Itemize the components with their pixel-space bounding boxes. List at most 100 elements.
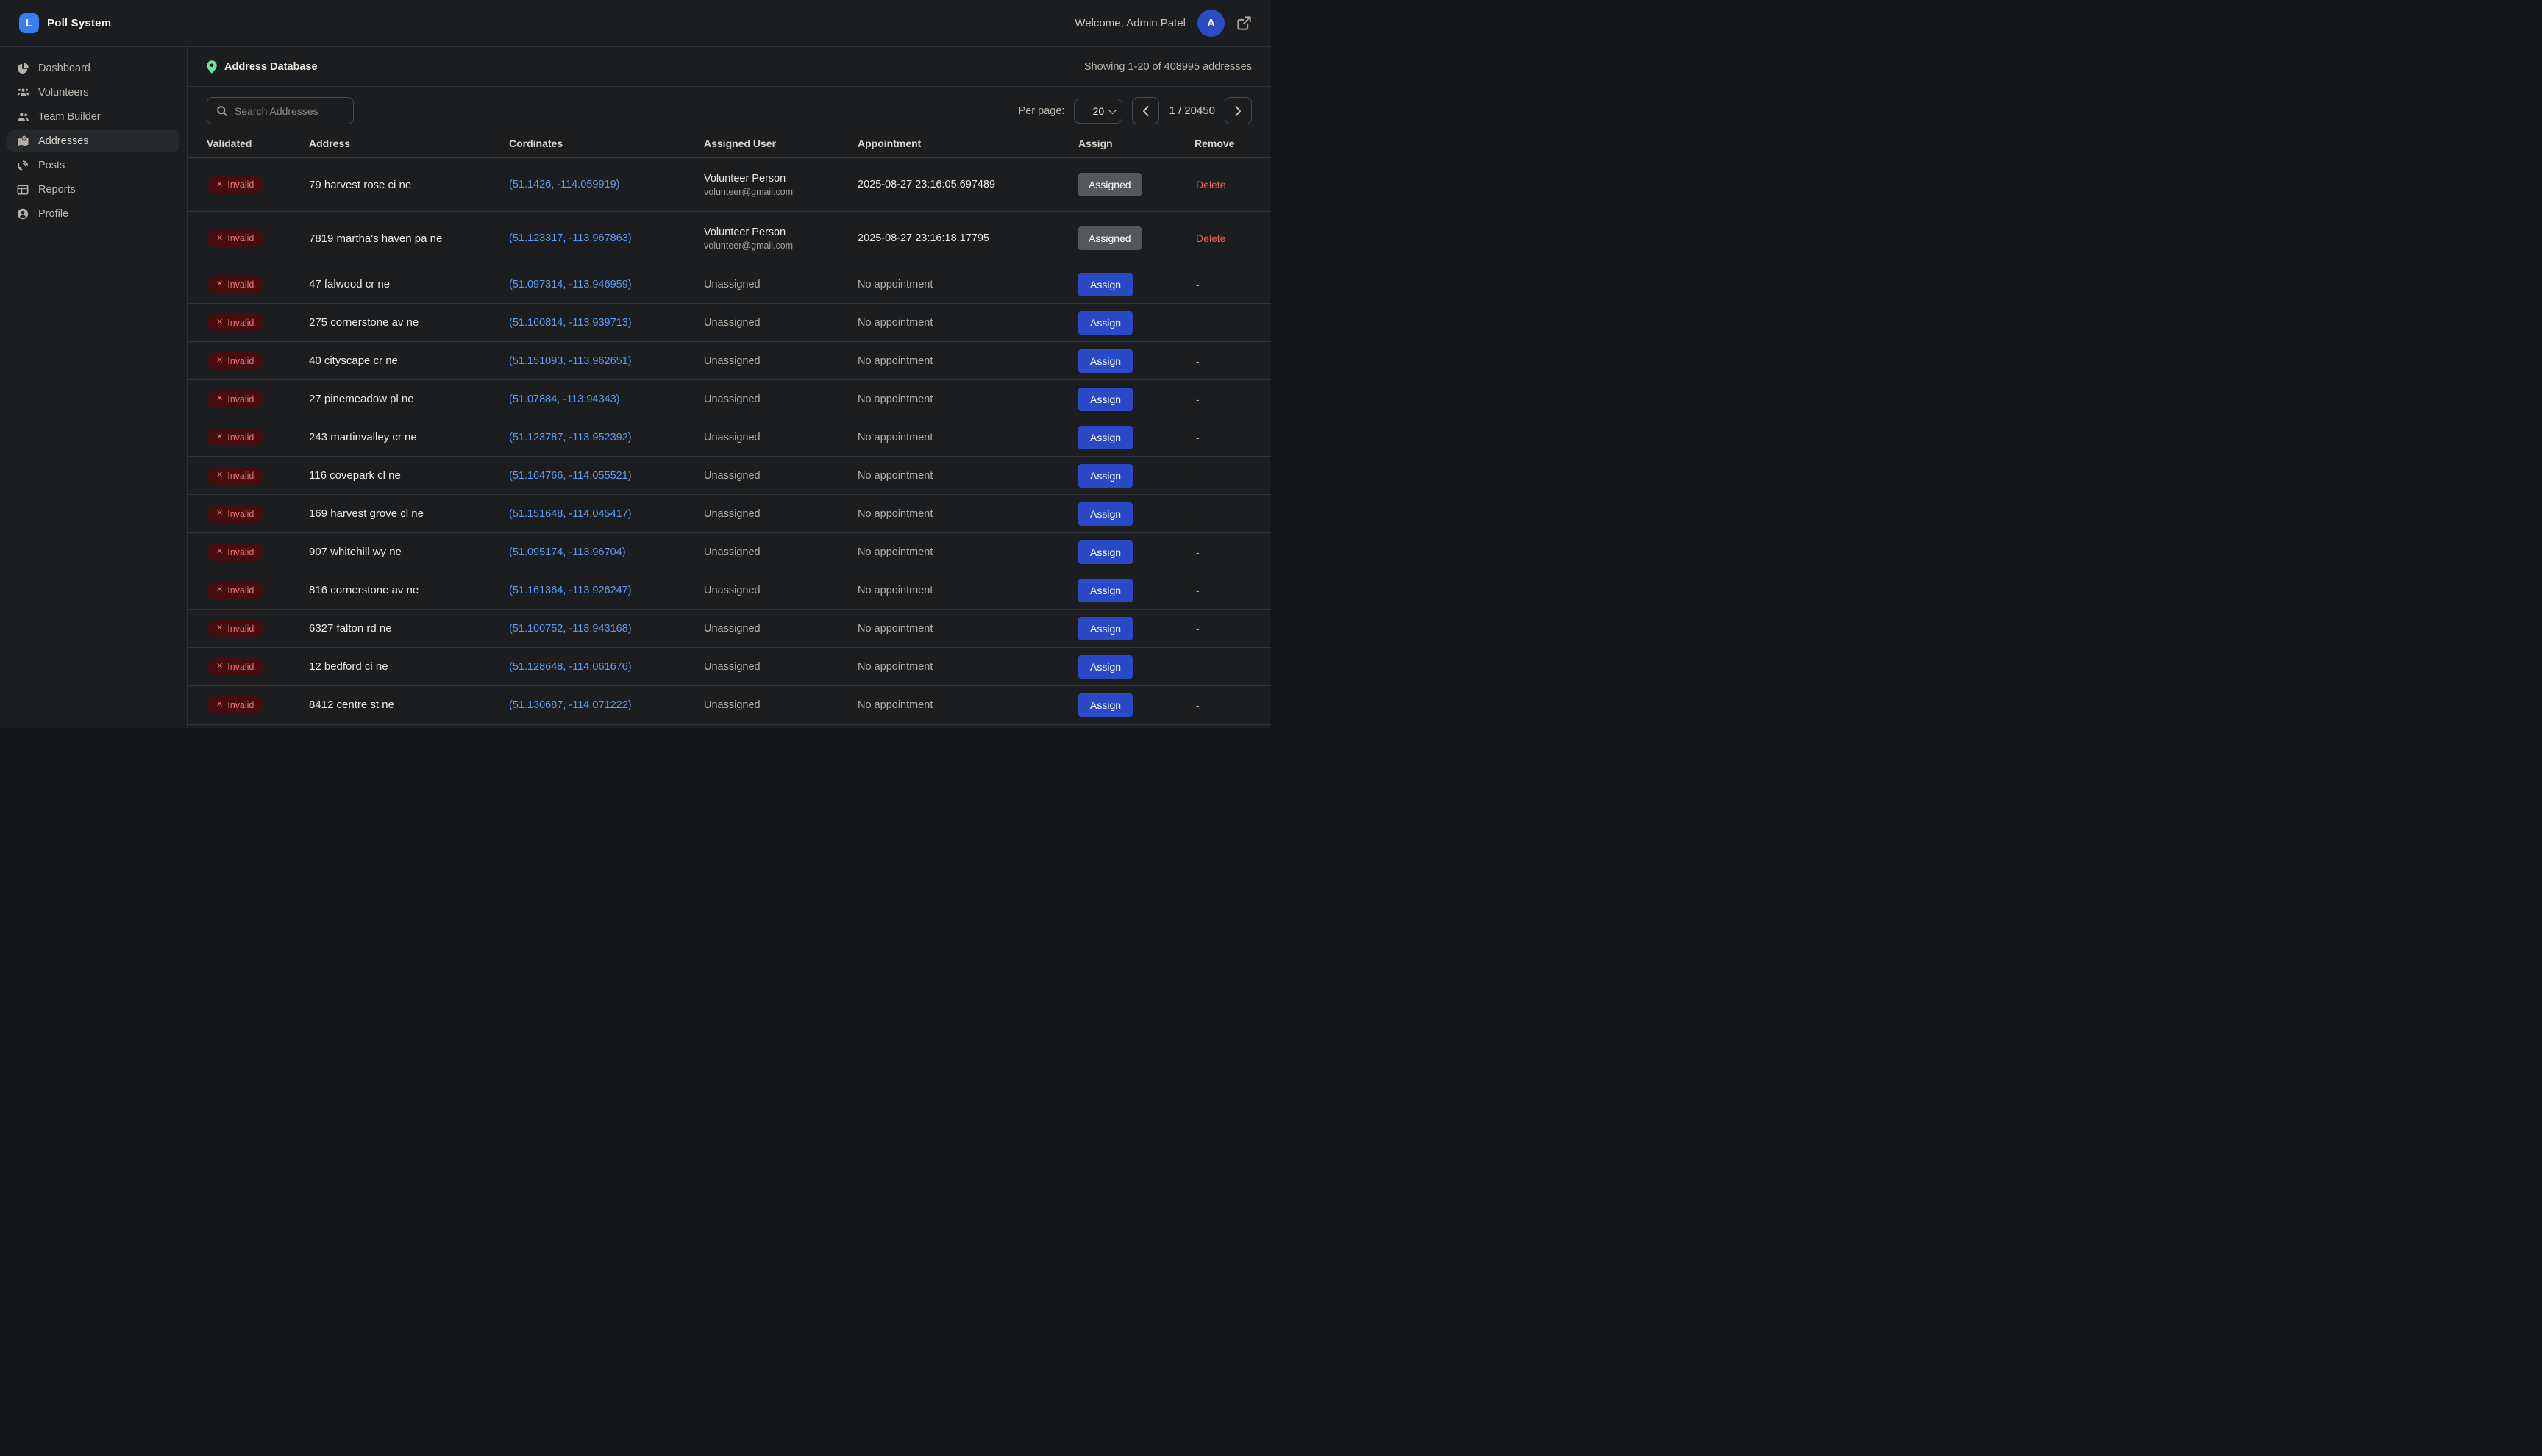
address-cell: 907 whitehill wy ne — [309, 546, 509, 558]
column-header-validated: Validated — [207, 138, 309, 149]
sidebar-item-addresses[interactable]: Addresses — [7, 130, 179, 152]
coordinates-link[interactable]: (51.130687, -114.071222) — [509, 699, 632, 711]
address-cell: 243 martinvalley cr ne — [309, 431, 509, 443]
validated-badge: ✕Invalid — [207, 543, 263, 561]
table-header-row: Validated Address Cordinates Assigned Us… — [188, 129, 1271, 158]
app-window: L Poll System Welcome, Admin Patel A Das… — [0, 0, 1271, 728]
assign-button[interactable]: Assigned — [1078, 226, 1142, 250]
assign-button[interactable]: Assign — [1078, 540, 1133, 564]
page-indicator: 1 / 20450 — [1169, 104, 1215, 117]
user-circle-icon — [16, 208, 29, 220]
sidebar-item-volunteers[interactable]: Volunteers — [7, 82, 179, 104]
coordinates-link[interactable]: (51.161364, -113.926247) — [509, 585, 632, 596]
coordinates-link[interactable]: (51.160814, -113.939713) — [509, 317, 632, 329]
table-row: ✕Invalid 275 cornerstone av ne (51.16081… — [188, 304, 1271, 342]
assign-button[interactable]: Assign — [1078, 617, 1133, 640]
validated-badge: ✕Invalid — [207, 696, 263, 714]
per-page-select[interactable]: 20 — [1074, 99, 1122, 124]
sidebar-item-label: Addresses — [38, 135, 89, 147]
coordinates-link[interactable]: (51.164766, -114.055521) — [509, 470, 632, 482]
per-page-label: Per page: — [1019, 105, 1065, 117]
validated-badge: ✕Invalid — [207, 429, 263, 446]
assign-button[interactable]: Assign — [1078, 502, 1133, 526]
x-icon: ✕ — [216, 395, 223, 403]
search-input[interactable] — [235, 105, 344, 117]
assigned-user-email: volunteer@gmail.com — [704, 187, 858, 197]
sidebar-item-team-builder[interactable]: Team Builder — [7, 106, 179, 128]
map-icon — [16, 135, 29, 147]
people-group-icon — [16, 87, 29, 99]
table-row: ✕Invalid 27 pinemeadow pl ne (51.07884, … — [188, 380, 1271, 418]
x-icon: ✕ — [216, 471, 223, 479]
validated-badge: ✕Invalid — [207, 658, 263, 676]
avatar[interactable]: A — [1197, 10, 1225, 37]
app-logo-icon: L — [19, 13, 39, 33]
x-icon: ✕ — [216, 318, 223, 326]
assigned-user-email: volunteer@gmail.com — [704, 240, 858, 251]
remove-cell: - — [1195, 393, 1252, 405]
validated-badge: ✕Invalid — [207, 352, 263, 370]
sidebar-item-label: Team Builder — [38, 111, 101, 123]
coordinates-link[interactable]: (51.1426, -114.059919) — [509, 179, 620, 190]
x-icon: ✕ — [216, 701, 223, 709]
prev-page-button[interactable] — [1132, 97, 1159, 124]
external-link-icon[interactable] — [1236, 15, 1252, 31]
assigned-user-name: Unassigned — [704, 623, 858, 635]
address-cell: 8412 centre st ne — [309, 699, 509, 711]
table-row-partial — [188, 724, 1271, 728]
validated-badge: ✕Invalid — [207, 390, 263, 408]
table-row: ✕Invalid 40 cityscape cr ne (51.151093, … — [188, 342, 1271, 380]
pie-chart-icon — [16, 63, 29, 74]
table-row: ✕Invalid 7819 martha's haven pa ne (51.1… — [188, 212, 1271, 265]
sidebar-item-reports[interactable]: Reports — [7, 179, 179, 201]
delete-button[interactable]: Delete — [1196, 232, 1225, 244]
appointment-cell: No appointment — [858, 355, 1078, 367]
appointment-cell: 2025-08-27 23:16:18.17795 — [858, 232, 1078, 244]
assign-button[interactable]: Assign — [1078, 655, 1133, 679]
column-header-remove: Remove — [1195, 138, 1252, 149]
assign-button[interactable]: Assign — [1078, 388, 1133, 411]
column-header-address: Address — [309, 138, 509, 149]
coordinates-link[interactable]: (51.095174, -113.96704) — [509, 546, 626, 558]
address-cell: 12 bedford ci ne — [309, 660, 509, 673]
assign-button[interactable]: Assign — [1078, 426, 1133, 449]
coordinates-link[interactable]: (51.151648, -114.045417) — [509, 508, 632, 520]
coordinates-link[interactable]: (51.128648, -114.061676) — [509, 661, 632, 673]
assigned-user-name: Unassigned — [704, 699, 858, 711]
assign-button[interactable]: Assign — [1078, 464, 1133, 488]
x-icon: ✕ — [216, 586, 223, 594]
sidebar-item-posts[interactable]: Posts — [7, 154, 179, 176]
table-row: ✕Invalid 243 martinvalley cr ne (51.1237… — [188, 418, 1271, 457]
assigned-user-name: Unassigned — [704, 508, 858, 520]
sidebar-item-profile[interactable]: Profile — [7, 203, 179, 225]
welcome-text: Welcome, Admin Patel — [1075, 17, 1186, 29]
coordinates-link[interactable]: (51.151093, -113.962651) — [509, 355, 632, 367]
sidebar-item-dashboard[interactable]: Dashboard — [7, 57, 179, 79]
coordinates-link[interactable]: (51.097314, -113.946959) — [509, 279, 632, 290]
x-icon: ✕ — [216, 181, 223, 189]
next-page-button[interactable] — [1225, 97, 1252, 124]
sidebar-item-label: Volunteers — [38, 87, 89, 99]
column-header-cordinates: Cordinates — [509, 138, 704, 149]
address-cell: 47 falwood cr ne — [309, 278, 509, 290]
coordinates-link[interactable]: (51.07884, -113.94343) — [509, 393, 620, 405]
assign-button[interactable]: Assigned — [1078, 173, 1142, 196]
coordinates-link[interactable]: (51.123787, -113.952392) — [509, 432, 632, 443]
appointment-cell: No appointment — [858, 508, 1078, 520]
delete-button[interactable]: Delete — [1196, 179, 1225, 190]
coordinates-link[interactable]: (51.100752, -113.943168) — [509, 623, 632, 635]
x-icon: ✕ — [216, 624, 223, 632]
assign-button[interactable]: Assign — [1078, 579, 1133, 602]
assign-button[interactable]: Assign — [1078, 693, 1133, 717]
assign-button[interactable]: Assign — [1078, 349, 1133, 373]
validated-badge: ✕Invalid — [207, 582, 263, 599]
sidebar-item-label: Profile — [38, 208, 68, 220]
assigned-user-name: Unassigned — [704, 393, 858, 405]
assign-button[interactable]: Assign — [1078, 311, 1133, 335]
assigned-user-cell: Unassigned — [704, 355, 858, 367]
x-icon: ✕ — [216, 663, 223, 671]
assign-button[interactable]: Assign — [1078, 273, 1133, 296]
table-row: ✕Invalid 47 falwood cr ne (51.097314, -1… — [188, 265, 1271, 304]
coordinates-link[interactable]: (51.123317, -113.967863) — [509, 232, 632, 244]
remove-cell: - — [1195, 470, 1252, 482]
